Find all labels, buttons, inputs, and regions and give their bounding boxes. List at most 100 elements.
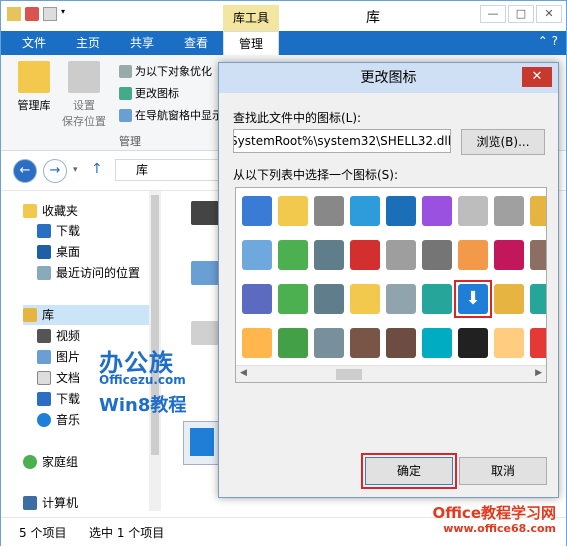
chevron-down-icon[interactable]: ▾ [73, 165, 78, 175]
tab-home[interactable]: 主页 [63, 31, 113, 55]
nav-desktop[interactable]: 桌面 [37, 242, 80, 262]
nav-videos[interactable]: 视频 [37, 326, 80, 346]
maximize-button[interactable]: □ [508, 5, 534, 23]
shell-icon[interactable] [310, 324, 348, 362]
shell-icon[interactable] [418, 280, 456, 318]
shell-icon[interactable] [382, 324, 420, 362]
properties-icon[interactable] [25, 7, 39, 21]
shell-icon[interactable] [274, 236, 312, 274]
shell-icon-glyph [386, 196, 416, 226]
nav-favorites[interactable]: 收藏夹 [23, 201, 78, 221]
icon-list-scrollbar[interactable]: ◀ ▶ [236, 365, 546, 382]
nav-computer[interactable]: 计算机 [23, 493, 78, 513]
close-button[interactable]: ✕ [536, 5, 562, 23]
shell-icon-glyph [278, 240, 308, 270]
shell-icon-glyph [386, 328, 416, 358]
shell-icon[interactable] [454, 192, 492, 230]
new-folder-icon[interactable] [43, 7, 57, 21]
shell-icon[interactable] [310, 236, 348, 274]
shell-icon[interactable] [310, 280, 348, 318]
nav-pictures[interactable]: 图片 [37, 347, 80, 367]
tab-manage[interactable]: 管理 [223, 31, 279, 55]
save-location-icon [68, 61, 100, 93]
nav-libraries[interactable]: 库 [23, 305, 149, 325]
shell-icon[interactable] [274, 324, 312, 362]
show-in-nav-button[interactable]: 在导航窗格中显示 [119, 107, 223, 123]
cancel-button[interactable]: 取消 [459, 457, 547, 485]
manage-library-label: 管理库 [17, 99, 51, 112]
nav-music[interactable]: 音乐 [37, 410, 80, 430]
shell-icon[interactable] [238, 236, 276, 274]
selected-download-arrow-icon[interactable]: ⬇ [454, 280, 492, 318]
status-count: 5 个项目 [19, 526, 67, 540]
browse-button[interactable]: 浏览(B)... [461, 129, 545, 155]
tab-share[interactable]: 共享 [117, 31, 167, 55]
shell-icon[interactable] [238, 192, 276, 230]
shell-icon[interactable] [418, 192, 456, 230]
documents-library-icon[interactable] [191, 321, 219, 345]
shell-icon[interactable] [418, 324, 456, 362]
shell-icon-glyph [242, 196, 272, 226]
shell-icon-glyph [458, 196, 488, 226]
folder-icon[interactable] [7, 7, 21, 21]
up-arrow-icon[interactable]: ↑ [91, 161, 103, 177]
shell-icon[interactable] [418, 236, 456, 274]
shell-icon-glyph [422, 284, 452, 314]
minimize-button[interactable]: — [480, 5, 506, 23]
nav-recent[interactable]: 最近访问的位置 [37, 263, 140, 283]
shell-icon[interactable] [238, 280, 276, 318]
shell-icon-glyph [458, 240, 488, 270]
shell-icon[interactable] [310, 192, 348, 230]
ok-button[interactable]: 确定 [365, 457, 453, 485]
shell-icon-glyph [242, 284, 272, 314]
scroll-right-arrow-icon[interactable]: ▶ [535, 368, 542, 378]
tab-file[interactable]: 文件 [9, 31, 59, 55]
shell-icon[interactable] [382, 236, 420, 274]
change-icon-button[interactable]: 更改图标 [119, 85, 179, 101]
shell-icon[interactable] [346, 280, 384, 318]
nav-downloads-fav[interactable]: 下载 [37, 221, 80, 241]
shell-icon[interactable] [526, 280, 546, 318]
shell-icon[interactable] [490, 280, 528, 318]
shell-icon[interactable] [490, 192, 528, 230]
optimize-for-button[interactable]: 为以下对象优化 [119, 63, 212, 79]
scroll-left-arrow-icon[interactable]: ◀ [240, 368, 247, 378]
nav-homegroup[interactable]: 家庭组 [23, 452, 78, 472]
forward-button[interactable]: → [43, 159, 67, 183]
shell-icon[interactable] [346, 236, 384, 274]
icon-list[interactable]: ⬇ ◀ ▶ [235, 187, 547, 383]
shell-icon[interactable] [526, 324, 546, 362]
title-bar: ▾ 库工具 库 — □ ✕ [1, 1, 566, 31]
shell-icon[interactable] [382, 192, 420, 230]
shell-icon[interactable] [346, 192, 384, 230]
shell-icon[interactable] [454, 324, 492, 362]
shell-icon-glyph [350, 240, 380, 270]
set-save-location-button[interactable]: 设置 保存位置 [59, 61, 109, 129]
videos-library-icon[interactable] [191, 201, 219, 225]
dialog-close-button[interactable]: ✕ [522, 67, 552, 87]
shell-icon[interactable] [526, 236, 546, 274]
shell-icon[interactable] [274, 280, 312, 318]
address-box[interactable]: 库 [115, 159, 225, 181]
shell-icon[interactable] [274, 192, 312, 230]
nav-downloads[interactable]: 下载 [37, 389, 80, 409]
shell-icon[interactable] [526, 192, 546, 230]
pictures-library-icon[interactable] [191, 261, 219, 285]
icon-list-scroll-thumb[interactable] [336, 369, 362, 380]
nav-documents[interactable]: 文档 [37, 368, 80, 388]
chevron-down-icon[interactable]: ▾ [61, 7, 69, 21]
shell-icon[interactable] [238, 324, 276, 362]
shell-icon-glyph [458, 328, 488, 358]
help-icon[interactable]: ⌃ ? [538, 34, 558, 48]
icon-file-path-input[interactable]: \SystemRoot%\system32\SHELL32.dll [233, 129, 451, 153]
shell-icon[interactable] [454, 236, 492, 274]
tab-view[interactable]: 查看 [171, 31, 221, 55]
shell-icon[interactable] [346, 324, 384, 362]
shell-icon-glyph [242, 240, 272, 270]
manage-library-button[interactable]: 管理库 [9, 61, 59, 113]
shell-icon[interactable] [490, 236, 528, 274]
back-button[interactable]: ← [13, 159, 37, 183]
shell-icon[interactable] [490, 324, 528, 362]
downloads-library-icon[interactable] [183, 421, 221, 465]
shell-icon[interactable] [382, 280, 420, 318]
